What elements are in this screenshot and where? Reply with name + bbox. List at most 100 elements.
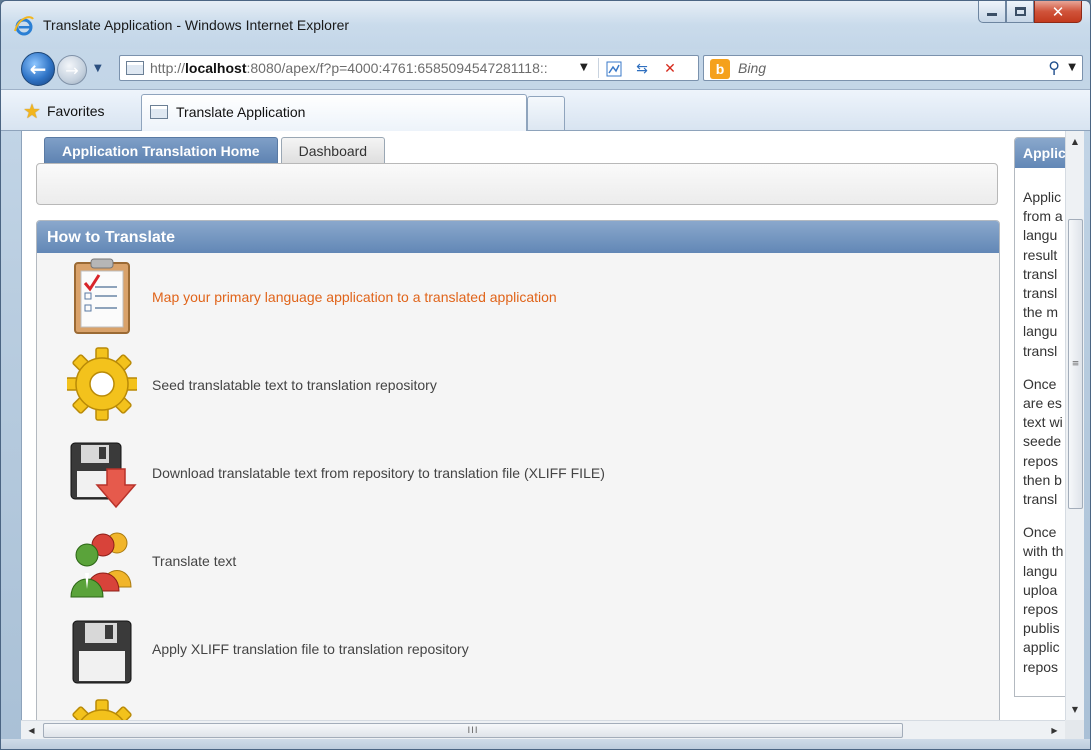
step-label-seed-text: Seed translatable text to translation re… xyxy=(152,377,437,393)
browser-tab-label: Translate Application xyxy=(176,104,306,120)
compatibility-view-icon[interactable] xyxy=(604,59,624,79)
page-icon xyxy=(126,61,144,75)
gear-icon xyxy=(67,347,137,421)
internet-explorer-icon xyxy=(14,16,34,36)
scrollbar-corner xyxy=(1065,720,1084,739)
browser-window: Translate Application - Windows Internet… xyxy=(0,0,1091,750)
side-region-heading: Applic xyxy=(1015,138,1065,168)
step-translate-text: Translate text xyxy=(37,521,997,601)
scroll-up-icon[interactable]: ▲ xyxy=(1066,133,1084,150)
side-text-line: langu xyxy=(1023,562,1058,579)
floppy-disk-icon xyxy=(72,620,132,684)
minimize-icon xyxy=(987,13,997,16)
forward-arrow-icon: → xyxy=(65,60,79,80)
side-text-line: are es xyxy=(1023,395,1062,412)
side-text-line: repos xyxy=(1023,452,1059,469)
tab-application-translation-home[interactable]: Application Translation Home xyxy=(44,137,278,164)
close-icon: ✕ xyxy=(1051,2,1065,21)
scroll-left-icon[interactable]: ◀ xyxy=(23,722,40,739)
back-button[interactable]: ← xyxy=(21,52,55,86)
side-text-line: uploa xyxy=(1023,581,1058,598)
favorites-label: Favorites xyxy=(46,103,105,119)
favorites-bar: ★ Favorites Translate Application xyxy=(1,89,1090,131)
navigation-bar: ← → ▼ http://localhost:8080/apex/f?p=400… xyxy=(1,49,1090,89)
side-text-line: Applic xyxy=(1023,189,1062,205)
region-heading: How to Translate xyxy=(37,221,999,253)
step-map-application: Map your primary language application to… xyxy=(37,257,997,337)
side-text-line: transl xyxy=(1023,265,1058,282)
side-text-line: from a xyxy=(1023,208,1063,225)
side-text-line: transl xyxy=(1023,342,1058,359)
step-label-download-xliff: Download translatable text from reposito… xyxy=(152,465,605,481)
side-region-body: Applic from a langu result transl transl the m… xyxy=(1015,168,1065,677)
new-tab-button[interactable] xyxy=(527,96,565,130)
search-box[interactable]: b Bing ⚲ ▼ xyxy=(703,55,1083,81)
side-paragraph-3: Once with th langu uploa repos publis applic re… xyxy=(1023,523,1065,677)
tab-band xyxy=(36,163,998,205)
address-url[interactable]: http://localhost:8080/apex/f?p=4000:4761… xyxy=(150,60,548,76)
search-icon[interactable]: ⚲ xyxy=(1048,58,1060,77)
horizontal-scrollbar[interactable]: ◀ III ▶ xyxy=(21,720,1065,739)
close-window-button[interactable]: ✕ xyxy=(1034,1,1082,23)
how-to-translate-region: How to Translate Map your primary langua… xyxy=(36,220,1000,720)
window-title: Translate Application - Windows Internet… xyxy=(43,17,350,33)
side-paragraph-2: Once are es text wi seede repos then b transl xyxy=(1023,375,1065,509)
side-text-line: transl xyxy=(1023,285,1058,302)
step-apply-xliff: Apply XLIFF translation file to translat… xyxy=(37,609,997,689)
gear-icon xyxy=(72,699,132,720)
scroll-right-icon[interactable]: ▶ xyxy=(1046,722,1063,739)
side-text-line: publis xyxy=(1023,620,1060,637)
search-options-dropdown[interactable]: ▼ xyxy=(1068,62,1076,73)
vertical-scrollbar[interactable]: ▲ ≡ ▼ xyxy=(1065,131,1084,720)
step-link-map-application[interactable]: Map your primary language application to… xyxy=(152,289,557,305)
people-group-icon xyxy=(70,532,132,598)
browser-tab[interactable]: Translate Application xyxy=(141,94,527,131)
floppy-download-icon xyxy=(70,442,137,509)
step-seed-text: Seed translatable text to translation re… xyxy=(37,345,997,425)
minimize-button[interactable] xyxy=(978,1,1006,23)
forward-button[interactable]: → xyxy=(57,55,87,85)
side-text-line: seede xyxy=(1023,433,1062,450)
favorites-button[interactable]: ★ Favorites xyxy=(23,98,105,124)
side-text-line: langu xyxy=(1023,323,1058,340)
recent-pages-dropdown[interactable]: ▼ xyxy=(94,63,102,74)
title-bar: Translate Application - Windows Internet… xyxy=(1,1,1090,49)
status-bar xyxy=(1,739,1090,749)
search-placeholder: Bing xyxy=(738,60,767,76)
clipboard-checklist-icon xyxy=(74,258,130,334)
side-text-line: the m xyxy=(1023,304,1059,321)
scroll-down-icon[interactable]: ▼ xyxy=(1066,701,1084,718)
address-dropdown[interactable]: ▼ xyxy=(580,62,588,73)
side-text-line: with th xyxy=(1023,543,1064,560)
side-text-line: langu xyxy=(1023,227,1058,244)
refresh-icon[interactable]: ⇆ xyxy=(632,59,652,79)
side-text-line: then b xyxy=(1023,471,1062,488)
step-publish-partial xyxy=(37,697,997,720)
maximize-icon xyxy=(1014,7,1026,16)
favorites-star-icon: ★ xyxy=(23,100,41,123)
app-tab-bar: Application Translation Home Dashboard xyxy=(44,137,386,164)
step-download-xliff: Download translatable text from reposito… xyxy=(37,433,997,513)
step-label-translate-text: Translate text xyxy=(152,553,237,569)
tab-dashboard[interactable]: Dashboard xyxy=(280,137,386,164)
side-text-line: applic xyxy=(1023,639,1060,656)
bing-icon: b xyxy=(710,59,730,79)
horizontal-scroll-thumb[interactable]: III xyxy=(43,723,903,738)
side-text-line: text wi xyxy=(1023,414,1063,431)
side-text-line: Once xyxy=(1023,524,1057,541)
side-text-line: result xyxy=(1023,246,1058,263)
stop-icon[interactable]: ✕ xyxy=(660,59,680,79)
vertical-scroll-thumb[interactable]: ≡ xyxy=(1068,219,1083,509)
side-paragraph-1: Applic from a langu result transl transl the m… xyxy=(1023,188,1065,361)
address-bar[interactable]: http://localhost:8080/apex/f?p=4000:4761… xyxy=(119,55,699,81)
side-text-line: Once xyxy=(1023,375,1057,392)
side-region: Applic Applic from a langu result transl tran… xyxy=(1014,137,1065,697)
tab-page-icon xyxy=(150,105,168,119)
step-label-apply-xliff: Apply XLIFF translation file to translat… xyxy=(152,641,469,657)
page-viewport: Application Translation Home Dashboard H… xyxy=(21,131,1065,720)
address-separator xyxy=(598,58,599,78)
side-text-line: repos xyxy=(1023,658,1059,675)
side-text-line: transl xyxy=(1023,491,1058,508)
maximize-button[interactable] xyxy=(1006,1,1034,23)
back-arrow-icon: ← xyxy=(29,57,47,81)
